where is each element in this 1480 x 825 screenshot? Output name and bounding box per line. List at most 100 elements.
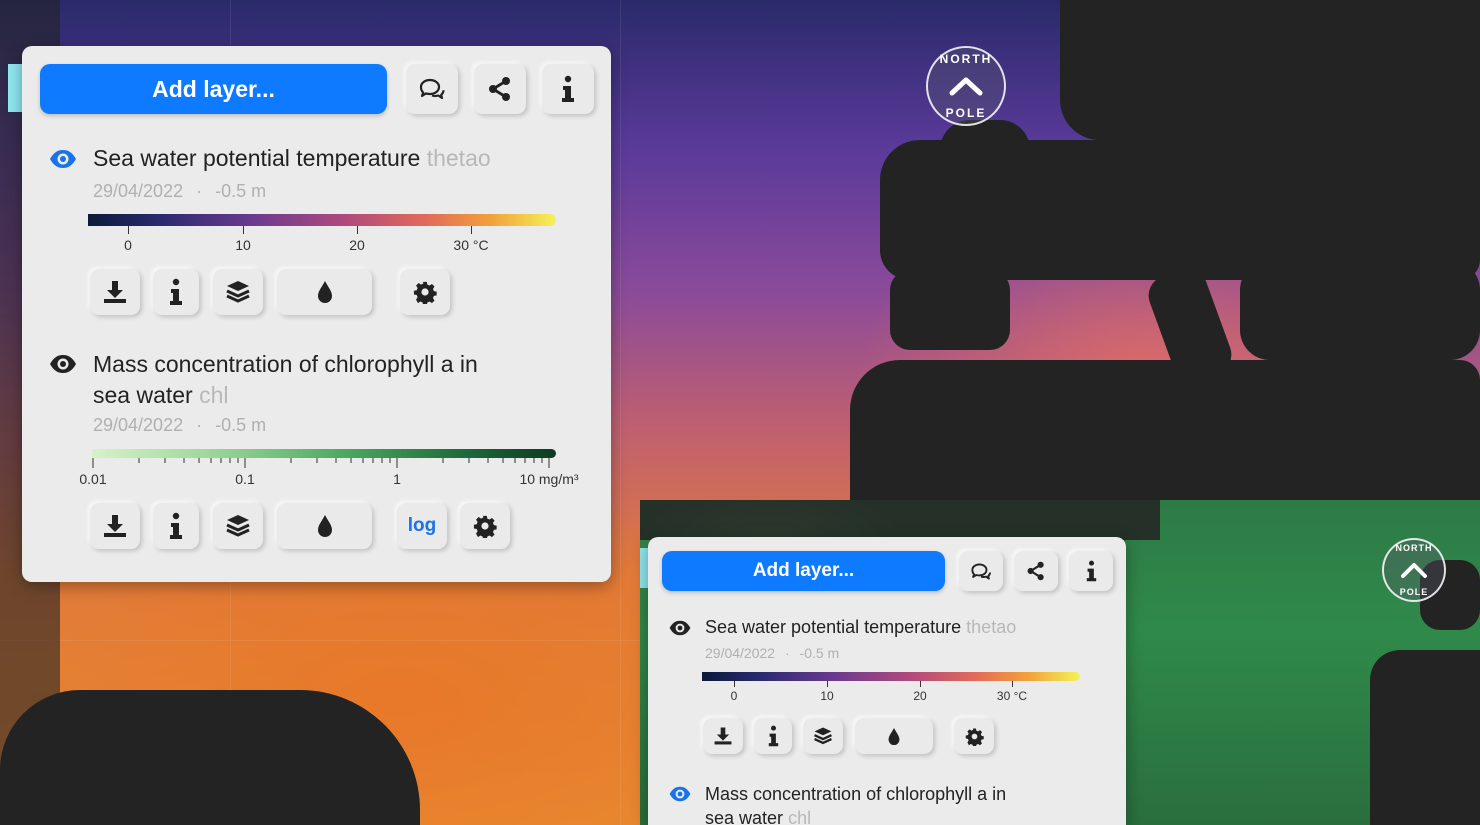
info-icon [562, 75, 574, 102]
colorbar-tick-label: 10 mg/m³ [519, 471, 579, 487]
download-icon [104, 515, 126, 537]
land-iberia [890, 270, 1010, 350]
info-icon [170, 512, 182, 539]
chevron-up-icon [949, 77, 983, 96]
colormap-button[interactable] [855, 718, 933, 754]
droplet-icon [888, 727, 900, 745]
colorbar-tick [357, 226, 358, 234]
share-button[interactable] [1014, 551, 1058, 591]
layer-title: Sea water potential temperature thetao [705, 617, 1016, 638]
layers-icon [226, 515, 250, 537]
chlorophyll-colorbar[interactable] [92, 449, 556, 458]
temperature-colorbar[interactable] [88, 214, 556, 226]
colorbar-tick [920, 681, 921, 687]
layer-title: Sea water potential temperature thetao [93, 145, 491, 172]
land-europe [1370, 650, 1480, 825]
layers-icon [814, 727, 832, 745]
compass-pole-label: POLE [1399, 587, 1429, 597]
colorbar-tick [243, 226, 244, 234]
chat-button[interactable] [959, 551, 1003, 591]
layer-title-text: Sea water potential temperature [705, 617, 962, 637]
info-button[interactable] [542, 64, 594, 114]
colorbar-tick-label: 0 [730, 689, 738, 703]
colorbar-log-ticks [92, 458, 550, 468]
eye-icon [669, 620, 691, 636]
log-scale-toggle[interactable]: log [397, 503, 447, 549]
info-button[interactable] [1069, 551, 1113, 591]
layer-visibility-toggle[interactable] [48, 353, 78, 380]
layer-title-text: Sea water potential temperature [93, 145, 421, 171]
download-button[interactable] [90, 503, 140, 549]
download-button[interactable] [703, 718, 743, 754]
temperature-colorbar[interactable] [702, 672, 1080, 681]
add-layer-button[interactable]: Add layer... [40, 64, 387, 114]
info-icon [170, 278, 182, 305]
north-pole-compass[interactable]: NORTH POLE [1382, 538, 1446, 602]
layer-date[interactable]: 29/04/2022 [93, 415, 183, 435]
layer-info-button[interactable] [153, 269, 199, 315]
layers-panel-inset: Add layer... Sea water potential tempera… [648, 537, 1126, 825]
colorbar-tick-label: 0.1 [235, 471, 255, 487]
meta-separator: · [196, 181, 203, 201]
log-scale-label: log [407, 515, 437, 536]
land-britain [940, 120, 1030, 230]
layer-date[interactable]: 29/04/2022 [705, 645, 775, 661]
layer-title-text: Mass concentration of chlorophyll a in [93, 351, 478, 377]
layer-meta: 29/04/2022 · -0.5 m [93, 415, 266, 436]
layer-depth[interactable]: -0.5 m [800, 645, 840, 661]
map-edge-highlight [640, 548, 648, 588]
map-edge-highlight [8, 64, 22, 112]
share-icon [489, 77, 510, 101]
compass-north-label: NORTH [939, 52, 993, 66]
gear-icon [413, 281, 437, 304]
colormap-button[interactable] [277, 269, 372, 315]
chat-button[interactable] [406, 64, 458, 114]
layers-panel: Add layer... Sea water potential tempera… [22, 46, 611, 582]
layer-title: Mass concentration of chlorophyll a in s… [705, 782, 1105, 825]
layer-date[interactable]: 29/04/2022 [93, 181, 183, 201]
layer-style-button[interactable] [213, 269, 263, 315]
layer-info-button[interactable] [153, 503, 199, 549]
layer-visibility-toggle[interactable] [48, 148, 78, 175]
settings-button[interactable] [460, 503, 510, 549]
layer-visibility-toggle[interactable] [668, 619, 692, 642]
land-balkans [1240, 260, 1480, 360]
colorbar-tick-label: 1 [393, 471, 401, 487]
share-button[interactable] [474, 64, 526, 114]
layer-info-button[interactable] [754, 718, 792, 754]
layer-depth[interactable]: -0.5 m [215, 415, 266, 435]
settings-button[interactable] [954, 718, 994, 754]
eye-active-icon [669, 786, 691, 802]
colorbar-tick-label: 10 [820, 689, 834, 703]
chevron-up-icon [1401, 563, 1427, 578]
map-graticule [620, 0, 621, 825]
layer-style-button[interactable] [213, 503, 263, 549]
info-icon [768, 725, 778, 747]
add-layer-button[interactable]: Add layer... [662, 551, 945, 591]
layer-title-text: Mass concentration of chlorophyll a in [705, 784, 1007, 804]
compass-north-label: NORTH [1395, 543, 1433, 553]
colorbar-tick-label: 0.01 [79, 471, 107, 487]
layer-title: Mass concentration of chlorophyll a in s… [93, 349, 573, 411]
layer-style-button[interactable] [803, 718, 843, 754]
north-pole-compass[interactable]: NORTH POLE [926, 46, 1006, 126]
colorbar-tick-label: 30 °C [453, 237, 489, 253]
chat-icon [419, 78, 445, 100]
layer-variable: thetao [966, 617, 1017, 637]
download-icon [714, 727, 732, 745]
land-north [640, 500, 1160, 540]
colorbar-tick-label: 20 [349, 237, 365, 253]
layer-depth[interactable]: -0.5 m [215, 181, 266, 201]
eye-icon [50, 355, 76, 373]
colorbar-tick [734, 681, 735, 687]
layer-visibility-toggle[interactable] [668, 785, 692, 808]
compass-pole-label: POLE [945, 106, 987, 120]
colorbar-tick [827, 681, 828, 687]
layer-meta: 29/04/2022 · -0.5 m [705, 645, 839, 661]
colormap-button[interactable] [277, 503, 372, 549]
land-south-america [0, 690, 420, 825]
droplet-icon [317, 281, 332, 303]
download-button[interactable] [90, 269, 140, 315]
info-icon [1086, 560, 1096, 582]
settings-button[interactable] [400, 269, 450, 315]
